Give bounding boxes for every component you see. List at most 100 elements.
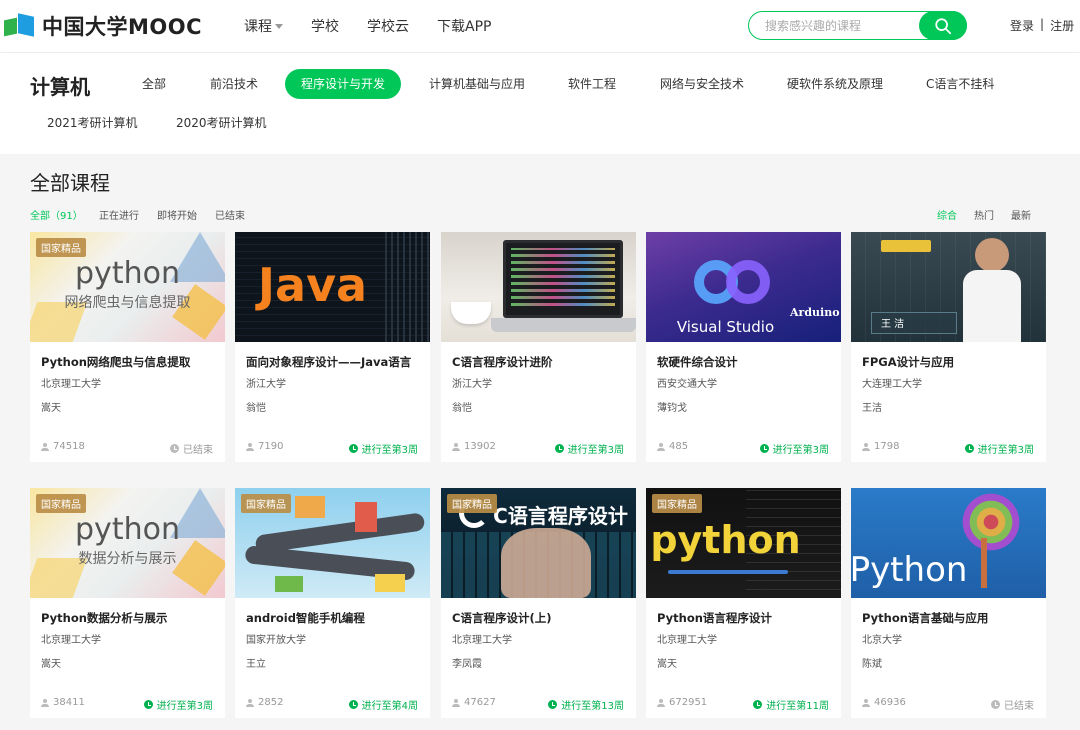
search-input[interactable] — [765, 17, 915, 35]
category-tag-all[interactable]: 全部 — [142, 69, 166, 99]
nav-item-schools[interactable]: 学校 — [311, 16, 339, 36]
nav-label: 学校 — [311, 19, 339, 35]
status-text: 进行至第3周 — [772, 445, 829, 456]
category-tag-software-eng[interactable]: 软件工程 — [568, 69, 616, 99]
course-school: 北京理工大学 — [452, 635, 512, 646]
nav-item-download-app[interactable]: 下载APP — [437, 16, 491, 36]
user-icon — [41, 442, 49, 451]
count-value: 13902 — [464, 441, 496, 452]
enroll-count: 38411 — [41, 697, 85, 708]
course-title: C语言程序设计进阶 — [452, 355, 553, 369]
course-card[interactable]: 王 洁 FPGA设计与应用 大连理工大学 王洁 1798 进行至第3周 — [851, 232, 1046, 462]
enroll-count: 672951 — [657, 697, 707, 708]
category-title: 计算机 — [30, 75, 90, 99]
course-thumbnail: python 数据分析与展示 国家精品 — [30, 488, 225, 598]
status-icon — [348, 700, 358, 709]
status-icon — [348, 444, 358, 453]
thumb-subtitle: 数据分析与展示 — [78, 551, 177, 567]
site-logo[interactable]: 中国大学MOOC — [4, 12, 202, 40]
thumb-title: python — [650, 518, 801, 562]
enroll-count: 74518 — [41, 441, 85, 452]
course-thumbnail — [441, 232, 636, 342]
register-link[interactable]: 注册 — [1050, 17, 1074, 34]
status-icon — [753, 700, 763, 709]
count-value: 672951 — [669, 697, 708, 708]
course-card[interactable]: python 国家精品 Python语言程序设计 北京理工大学 嵩天 67295… — [646, 488, 841, 718]
user-icon — [246, 698, 254, 707]
course-card[interactable]: python 数据分析与展示 国家精品 Python数据分析与展示 北京理工大学… — [30, 488, 225, 718]
category-tag-2020-exam[interactable]: 2020考研计算机 — [176, 108, 267, 138]
quality-badge: 国家精品 — [447, 494, 497, 513]
filter-ended[interactable]: 已结束 — [215, 207, 245, 222]
sort-popular[interactable]: 热门 — [974, 207, 994, 222]
user-icon — [657, 442, 665, 451]
filter-all[interactable]: 全部（91） — [30, 207, 83, 222]
course-status: 进行至第11周 — [753, 697, 829, 712]
thumb-title: python — [75, 256, 180, 291]
course-teacher: 薄钧戈 — [657, 403, 687, 414]
course-card[interactable]: Visual Studio Arduino 软硬件综合设计 西安交通大学 薄钧戈… — [646, 232, 841, 462]
course-status: 已结束 — [170, 441, 213, 456]
count-value: 1798 — [874, 441, 900, 452]
status-text: 已结束 — [183, 445, 213, 456]
user-icon — [452, 442, 460, 451]
filter-ongoing[interactable]: 正在进行 — [99, 207, 139, 222]
course-teacher: 李凤霞 — [452, 659, 482, 670]
count-value: 38411 — [53, 697, 85, 708]
enroll-count: 46936 — [862, 697, 906, 708]
course-thumbnail: python 国家精品 — [646, 488, 841, 598]
course-card[interactable]: python 网络爬虫与信息提取 国家精品 Python网络爬虫与信息提取 北京… — [30, 232, 225, 462]
course-school: 大连理工大学 — [862, 379, 922, 390]
course-card[interactable]: Python Python语言基础与应用 北京大学 陈斌 46936 已结束 — [851, 488, 1046, 718]
nav-label: 学校云 — [367, 19, 409, 35]
search-button[interactable] — [919, 11, 967, 40]
course-card[interactable]: C语言程序设计进阶 浙江大学 翁恺 13902 进行至第3周 — [441, 232, 636, 462]
status-icon — [759, 444, 769, 453]
sort-newest[interactable]: 最新 — [1011, 207, 1031, 222]
login-link[interactable]: 登录 — [1010, 17, 1034, 34]
nav-label: 课程 — [244, 19, 272, 35]
course-thumbnail: python 网络爬虫与信息提取 国家精品 — [30, 232, 225, 342]
course-title: Python语言程序设计 — [657, 611, 772, 625]
search-box — [748, 11, 967, 40]
category-tag-2021-exam[interactable]: 2021考研计算机 — [47, 108, 138, 138]
course-card[interactable]: Java 面向对象程序设计——Java语言 浙江大学 翁恺 7190 进行至第3… — [235, 232, 430, 462]
category-tag-cs-basics[interactable]: 计算机基础与应用 — [429, 69, 525, 99]
status-text: 进行至第3周 — [977, 445, 1034, 456]
course-thumbnail: Python — [851, 488, 1046, 598]
nav-item-courses[interactable]: 课程 — [244, 16, 283, 36]
nav-item-school-cloud[interactable]: 学校云 — [367, 16, 409, 36]
thumb-title: Python — [851, 550, 968, 590]
course-status: 进行至第3周 — [554, 441, 624, 456]
sort-comprehensive[interactable]: 综合 — [937, 207, 957, 222]
count-value: 7190 — [258, 441, 284, 452]
enroll-count: 2852 — [246, 697, 283, 708]
category-tag-programming[interactable]: 程序设计与开发 — [285, 69, 402, 99]
enroll-count: 1798 — [862, 441, 899, 452]
user-icon — [862, 698, 870, 707]
course-title: FPGA设计与应用 — [862, 355, 955, 369]
category-tag-hw-sw-systems[interactable]: 硬软件系统及原理 — [787, 69, 883, 99]
course-teacher: 嵩天 — [41, 403, 61, 414]
course-title: android智能手机编程 — [246, 611, 365, 625]
course-status: 进行至第3周 — [964, 441, 1034, 456]
category-tag-c-pass[interactable]: C语言不挂科 — [926, 69, 994, 99]
course-status: 进行至第4周 — [348, 697, 418, 712]
filter-upcoming[interactable]: 即将开始 — [157, 207, 197, 222]
thumb-title: python — [75, 512, 180, 547]
quality-badge: 国家精品 — [241, 494, 291, 513]
thumb-title: Visual Studio — [676, 318, 775, 336]
course-thumbnail: Java — [235, 232, 430, 342]
thumb-title: Java — [257, 258, 368, 312]
user-icon — [246, 442, 254, 451]
course-status: 进行至第3周 — [348, 441, 418, 456]
course-status: 进行至第3周 — [759, 441, 829, 456]
count-value: 47627 — [464, 697, 496, 708]
category-tag-frontier[interactable]: 前沿技术 — [210, 69, 258, 99]
course-card[interactable]: 国家精品 android智能手机编程 国家开放大学 王立 2852 进行至第4周 — [235, 488, 430, 718]
user-icon — [452, 698, 460, 707]
category-tag-network-security[interactable]: 网络与安全技术 — [660, 69, 744, 99]
quality-badge: 国家精品 — [36, 494, 86, 513]
course-school: 浙江大学 — [246, 379, 286, 390]
course-card[interactable]: C语言程序设计 国家精品 C语言程序设计(上) 北京理工大学 李凤霞 47627… — [441, 488, 636, 718]
